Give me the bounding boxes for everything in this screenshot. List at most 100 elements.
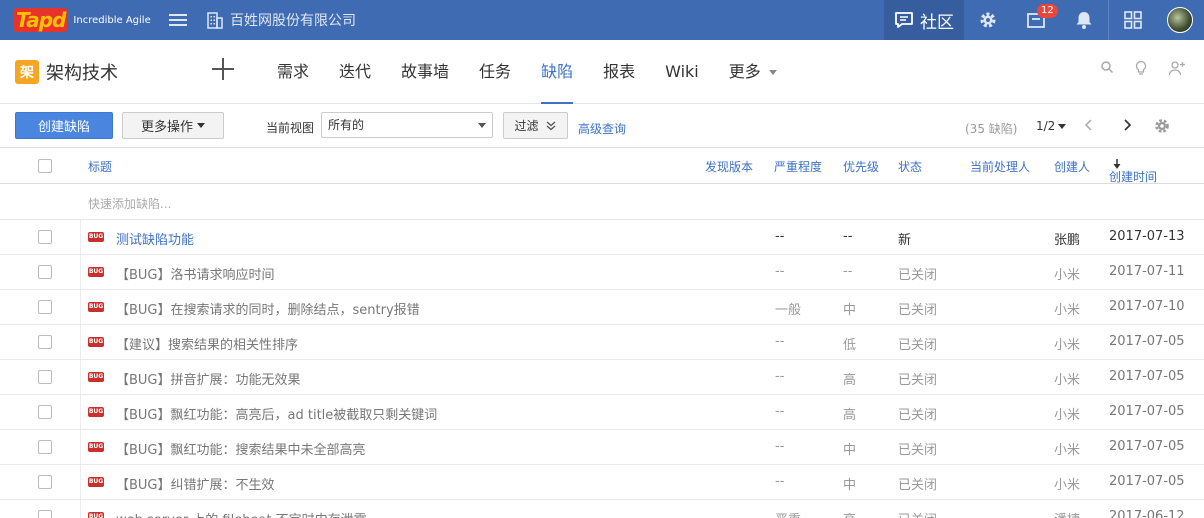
tab-tasks[interactable]: 任务: [464, 40, 526, 104]
created-date-cell: 2017-07-10: [1109, 299, 1185, 314]
creator-cell: 张鹏: [1054, 233, 1081, 248]
select-all-checkbox[interactable]: [38, 159, 52, 173]
chevron-down-icon: [197, 123, 205, 128]
company-switcher[interactable]: 百姓网股份有限公司: [206, 10, 356, 30]
priority-cell: 高: [843, 373, 857, 388]
col-status[interactable]: 状态: [898, 158, 922, 175]
tab-reports[interactable]: 报表: [588, 40, 650, 104]
severity-cell: --: [775, 474, 785, 489]
bug-list: BUG 测试缺陷功能 -- -- 新 张鹏 2017-07-13 BUG 【BUG】洛书请求响应…: [0, 220, 1204, 518]
tab-wiki[interactable]: Wiki: [650, 40, 714, 104]
row-divider: [80, 325, 81, 359]
creator-cell: 潘捷: [1054, 509, 1080, 518]
col-creator[interactable]: 创建人: [1054, 158, 1090, 175]
row-checkbox[interactable]: [38, 300, 52, 314]
row-divider: [80, 465, 81, 499]
notifications-button[interactable]: [1060, 0, 1108, 40]
table-row[interactable]: BUG 【BUG】飘红功能：搜索结果中未全部高亮 -- 中 已关闭 小米 2017-07-0…: [0, 430, 1204, 465]
bug-title[interactable]: 【BUG】飘红功能：高亮后，ad title被截取只剩关键词: [116, 404, 437, 423]
bug-title[interactable]: 【BUG】拼音扩展：功能无效果: [116, 369, 301, 388]
status-cell: 已关闭: [898, 338, 938, 353]
priority-cell: 中: [843, 478, 857, 493]
chevron-left-icon[interactable]: [1084, 118, 1094, 132]
view-select[interactable]: 所有的: [321, 112, 493, 138]
row-checkbox[interactable]: [38, 370, 52, 384]
bug-title[interactable]: 【BUG】洛书请求响应时间: [116, 264, 275, 283]
notification-badge: 12: [1037, 4, 1058, 18]
filter-label: 过滤: [514, 119, 539, 133]
col-severity[interactable]: 严重程度: [774, 158, 822, 175]
settings-button[interactable]: [964, 0, 1012, 40]
created-date-cell: 2017-07-05: [1109, 369, 1185, 384]
row-checkbox[interactable]: [38, 230, 52, 244]
community-button[interactable]: 社区: [884, 0, 964, 40]
creator-cell: 小米: [1054, 408, 1081, 423]
bug-title[interactable]: 【BUG】纠错扩展：不生效: [116, 474, 275, 493]
tab-stories[interactable]: 需求: [262, 40, 324, 104]
bug-title[interactable]: 【建议】搜索结果的相关性排序: [116, 334, 298, 353]
table-row[interactable]: BUG 测试缺陷功能 -- -- 新 张鹏 2017-07-13: [0, 220, 1204, 255]
project-name[interactable]: 架构技术: [46, 59, 118, 85]
lightbulb-icon[interactable]: [1134, 60, 1148, 76]
project-nav: 需求 迭代 故事墙 任务 缺陷 报表 Wiki 更多: [262, 40, 792, 104]
table-row[interactable]: BUG web server 上的 filebeat 不定时内存泄露 严重 高 已关闭 潘…: [0, 500, 1204, 518]
add-icon[interactable]: [212, 58, 234, 80]
row-checkbox[interactable]: [38, 440, 52, 454]
bug-count: (35 缺陷): [965, 122, 1018, 136]
apps-button[interactable]: [1108, 0, 1156, 40]
tab-story-wall[interactable]: 故事墙: [386, 40, 464, 104]
table-row[interactable]: BUG 【BUG】洛书请求响应时间 -- -- 已关闭 小米 2017-07-11: [0, 255, 1204, 290]
current-view-label: 当前视图: [266, 121, 315, 135]
severity-cell: --: [775, 264, 785, 279]
chevron-down-icon: [478, 123, 486, 128]
row-checkbox[interactable]: [38, 335, 52, 349]
bug-title[interactable]: web server 上的 filebeat 不定时内存泄露: [116, 509, 367, 518]
page-selector[interactable]: 1/2: [1036, 119, 1067, 133]
bug-title[interactable]: 【BUG】飘红功能：搜索结果中未全部高亮: [116, 439, 366, 458]
row-divider: [80, 500, 81, 518]
gear-icon[interactable]: [1153, 117, 1171, 135]
create-bug-button[interactable]: 创建缺陷: [15, 112, 113, 139]
todo-button[interactable]: 12: [1012, 0, 1060, 40]
created-date-cell: 2017-07-05: [1109, 334, 1185, 349]
priority-cell: 中: [843, 303, 857, 318]
row-checkbox[interactable]: [38, 405, 52, 419]
menu-icon[interactable]: [158, 0, 198, 40]
row-checkbox[interactable]: [38, 475, 52, 489]
row-checkbox[interactable]: [38, 265, 52, 279]
table-row[interactable]: BUG 【BUG】在搜索请求的同时，删除结点，sentry报错 一般 中 已关闭 小米 20…: [0, 290, 1204, 325]
table-row[interactable]: BUG 【BUG】拼音扩展：功能无效果 -- 高 已关闭 小米 2017-07-05: [0, 360, 1204, 395]
add-member-icon[interactable]: [1168, 60, 1186, 76]
table-row[interactable]: BUG 【BUG】飘红功能：高亮后，ad title被截取只剩关键词 -- 高 已关闭 小…: [0, 395, 1204, 430]
quick-add-input[interactable]: 快速添加缺陷...: [88, 195, 171, 212]
user-menu[interactable]: [1156, 0, 1204, 40]
col-title[interactable]: 标题: [88, 158, 112, 175]
bug-icon: BUG: [88, 407, 104, 417]
quick-add-row[interactable]: 快速添加缺陷...: [0, 184, 1204, 220]
bug-icon: BUG: [88, 477, 104, 487]
row-divider: [80, 290, 81, 324]
chevron-right-icon[interactable]: [1122, 118, 1132, 132]
col-priority[interactable]: 优先级: [843, 158, 879, 175]
bug-title[interactable]: 测试缺陷功能: [116, 229, 194, 248]
chevron-down-icon: [1058, 124, 1067, 129]
tab-iterations[interactable]: 迭代: [324, 40, 386, 104]
col-handler[interactable]: 当前处理人: [970, 158, 1030, 175]
bug-icon: BUG: [88, 267, 104, 277]
tab-bugs[interactable]: 缺陷: [526, 40, 588, 104]
col-created-label: 创建时间: [1109, 170, 1158, 184]
tab-more-label: 更多: [728, 62, 761, 81]
row-checkbox[interactable]: [38, 510, 52, 518]
table-row[interactable]: BUG 【建议】搜索结果的相关性排序 -- 低 已关闭 小米 2017-07-05: [0, 325, 1204, 360]
table-row[interactable]: BUG 【BUG】纠错扩展：不生效 -- 中 已关闭 小米 2017-07-05: [0, 465, 1204, 500]
more-actions-button[interactable]: 更多操作: [122, 112, 224, 139]
tapd-logo[interactable]: Tapd Incredible Agile: [0, 0, 158, 40]
col-created[interactable]: 创建时间: [1109, 158, 1157, 184]
priority-cell: --: [843, 229, 853, 244]
bug-title[interactable]: 【BUG】在搜索请求的同时，删除结点，sentry报错: [116, 299, 420, 318]
col-version[interactable]: 发现版本: [705, 158, 753, 175]
advanced-search-link[interactable]: 高级查询: [578, 120, 626, 137]
tab-more[interactable]: 更多: [714, 40, 792, 104]
filter-button[interactable]: 过滤: [503, 112, 568, 139]
search-icon[interactable]: [1100, 60, 1114, 74]
